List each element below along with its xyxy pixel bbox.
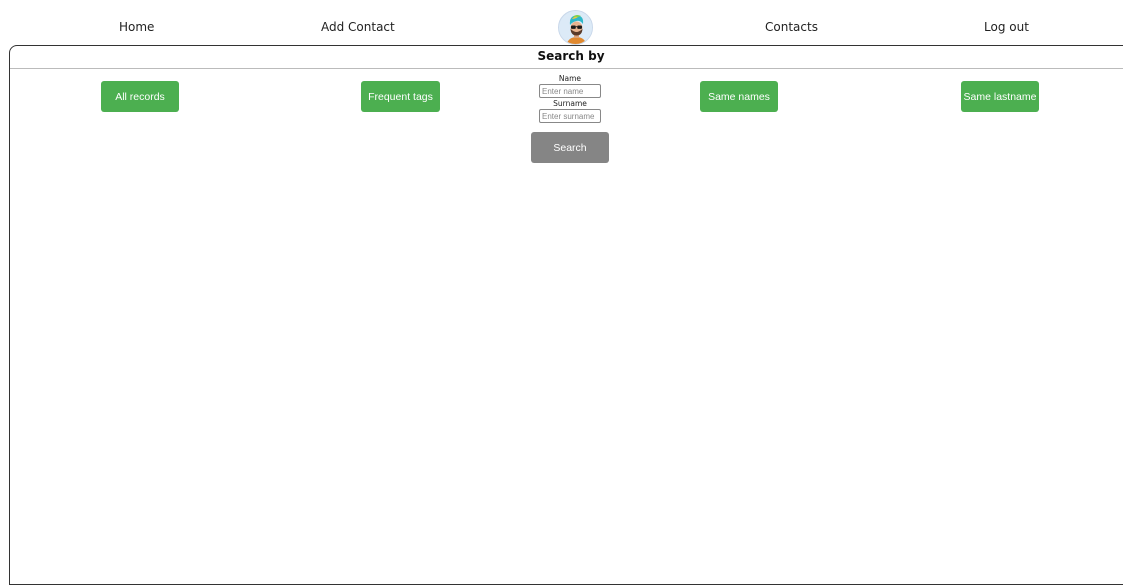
nav-home-link[interactable]: Home: [119, 20, 154, 34]
all-records-button[interactable]: All records: [101, 81, 179, 112]
search-form: Name Surname: [531, 74, 609, 123]
search-button[interactable]: Search: [531, 132, 609, 163]
nav-contacts-link[interactable]: Contacts: [765, 20, 818, 34]
surname-input[interactable]: [539, 109, 601, 123]
name-label: Name: [558, 74, 582, 83]
nav-add-contact-link[interactable]: Add Contact: [321, 20, 395, 34]
avatar-illustration: [559, 11, 592, 44]
frequent-tags-button[interactable]: Frequent tags: [361, 81, 440, 112]
panel-title: Search by: [537, 49, 605, 63]
user-avatar-icon[interactable]: [558, 10, 593, 45]
top-navigation: Home Add Contact Contacts Log out: [0, 0, 1123, 46]
search-panel: Search by: [9, 45, 1123, 585]
nav-logout-link[interactable]: Log out: [984, 20, 1029, 34]
panel-header: Search by: [10, 46, 1123, 69]
surname-label: Surname: [553, 99, 587, 108]
same-lastname-button[interactable]: Same lastname: [961, 81, 1039, 112]
same-names-button[interactable]: Same names: [700, 81, 778, 112]
name-input[interactable]: [539, 84, 601, 98]
